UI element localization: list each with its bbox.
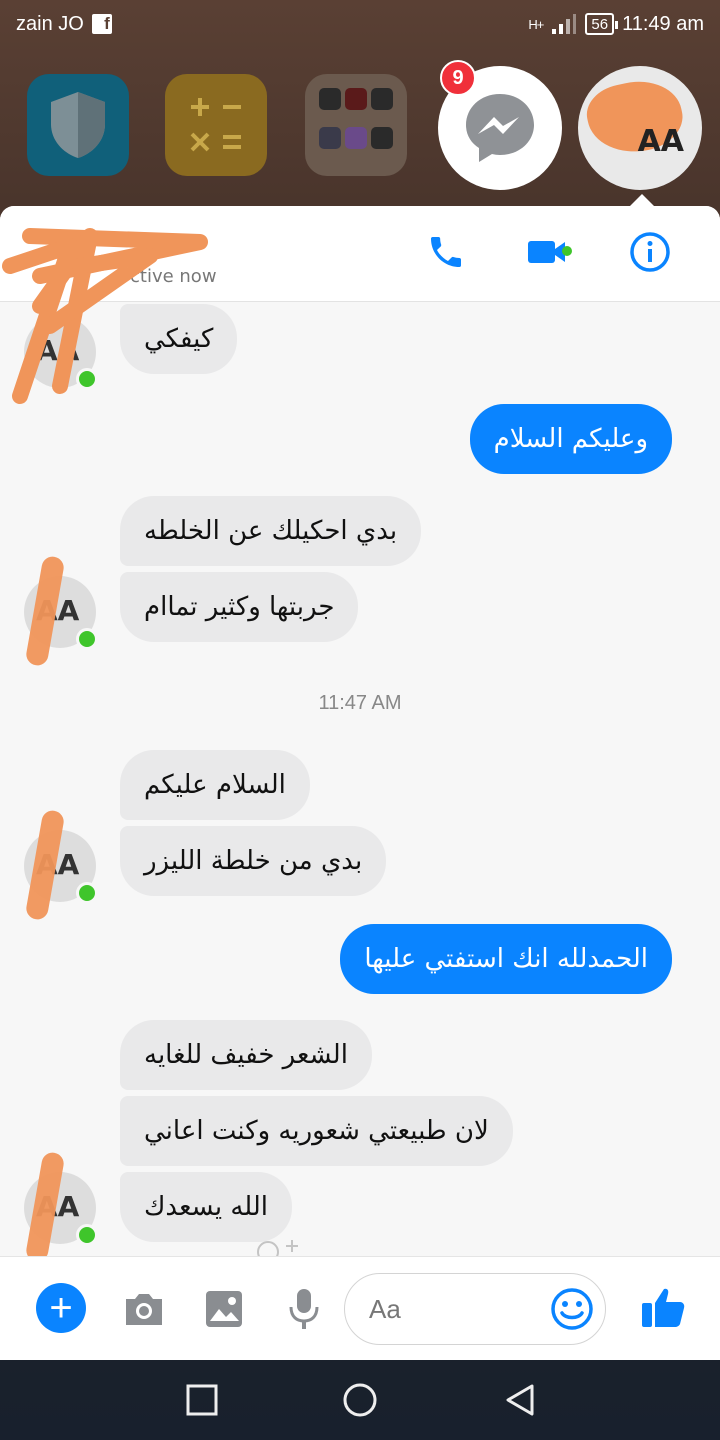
message-composer: + Aa: [0, 1256, 720, 1360]
incoming-message[interactable]: جربتها وكثير تماام: [120, 572, 359, 642]
status-bar: zain JO f H+ 56 11:49 am: [0, 0, 720, 48]
thumbs-up-icon[interactable]: [640, 1285, 686, 1331]
incoming-message[interactable]: الشعر خفيف للغايه: [120, 1020, 372, 1090]
incoming-message[interactable]: السلام عليكم: [120, 750, 310, 820]
folder-app-thumb: [345, 127, 367, 149]
folder-app-thumb: [319, 127, 341, 149]
outgoing-message[interactable]: الحمدلله انك استفتي عليها: [340, 924, 672, 994]
home-icon[interactable]: [340, 1380, 380, 1420]
contact-avatar-initials: AA: [637, 124, 684, 159]
chat-head-pointer: [628, 194, 656, 208]
incoming-message[interactable]: لان طبيعتي شعوريه وكنت اعاني: [120, 1096, 513, 1166]
image-icon[interactable]: [202, 1287, 246, 1331]
incoming-message[interactable]: بدي احكيلك عن الخلطه: [120, 496, 422, 566]
messenger-icon: [466, 94, 534, 162]
contact-avatar[interactable]: AA: [24, 316, 98, 390]
chat-window: ctive now كيفكي AA وعليكم السلام بدي احك…: [0, 206, 720, 1360]
home-screen-row: 9 AA: [0, 60, 720, 210]
video-call-button[interactable]: [526, 230, 572, 274]
folder-app-thumb: [371, 88, 393, 110]
add-reaction-icon[interactable]: [256, 1238, 300, 1258]
clock: 11:49 am: [622, 12, 704, 35]
plus-glyph: +: [49, 1286, 73, 1330]
contact-avatar[interactable]: AA: [24, 554, 98, 668]
online-indicator: [76, 1224, 98, 1246]
header-actions: [424, 230, 672, 274]
message-timestamp: 11:47 AM: [318, 692, 402, 714]
message-list[interactable]: كيفكي AA وعليكم السلام بدي احكيلك عن الخ…: [0, 302, 720, 1264]
incoming-message[interactable]: كيفكي: [120, 304, 238, 374]
calculator-app[interactable]: [165, 74, 267, 176]
online-indicator: [76, 882, 98, 904]
system-navigation-bar: [0, 1360, 720, 1440]
incoming-message[interactable]: الله يسعدك: [120, 1172, 293, 1242]
call-button[interactable]: [424, 230, 468, 274]
signal-icon: [552, 14, 577, 34]
games-folder[interactable]: [305, 74, 407, 176]
status-left: zain JO f: [16, 13, 112, 36]
calculator-icon: [190, 98, 241, 152]
shield-app[interactable]: [27, 74, 129, 176]
active-dot: [562, 246, 572, 256]
messenger-unread-badge: 9: [440, 60, 476, 96]
plus-icon[interactable]: +: [36, 1283, 86, 1333]
contact-avatar[interactable]: AA: [24, 808, 98, 922]
online-indicator: [76, 628, 98, 650]
battery-indicator: 56: [585, 13, 618, 35]
folder-app-thumb: [319, 88, 341, 110]
carrier-name: zain JO: [16, 12, 84, 35]
facebook-notification-icon: f: [91, 14, 112, 34]
recent-apps-icon[interactable]: [182, 1380, 222, 1420]
outgoing-message[interactable]: وعليكم السلام: [469, 404, 672, 474]
emoji-icon[interactable]: [550, 1287, 594, 1331]
info-button[interactable]: [628, 230, 672, 274]
active-status: ctive now: [130, 266, 217, 287]
phone-icon: [431, 237, 461, 267]
camera-icon[interactable]: [122, 1287, 166, 1331]
shield-icon: [51, 92, 105, 158]
chat-header: ctive now: [0, 206, 720, 302]
online-indicator: [76, 368, 98, 390]
avatar-initials: AA: [36, 334, 80, 367]
folder-app-thumb: [345, 88, 367, 110]
contact-chat-head[interactable]: AA: [578, 66, 702, 190]
incoming-message[interactable]: بدي من خلطة الليزر: [120, 826, 387, 896]
back-icon[interactable]: [500, 1380, 540, 1420]
network-type: H+: [528, 16, 544, 32]
status-right: H+ 56 11:49 am: [528, 13, 704, 36]
folder-app-thumb: [371, 127, 393, 149]
info-icon: [630, 232, 670, 272]
microphone-icon[interactable]: [282, 1287, 326, 1331]
contact-avatar[interactable]: AA: [24, 1150, 98, 1264]
